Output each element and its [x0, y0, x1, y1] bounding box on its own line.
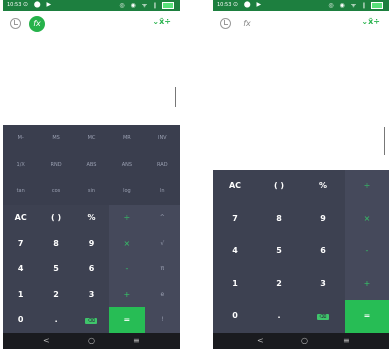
key-percent[interactable]: %: [301, 170, 345, 203]
keypad-basic: AC( )% ÷ 7 8 9 × 4 5 6- 1 2 3 +0. ⌫ =: [213, 170, 389, 333]
key-0[interactable]: 0: [3, 307, 38, 333]
key-divide[interactable]: ÷: [109, 205, 145, 231]
sci-key-tan[interactable]: tan: [3, 178, 38, 205]
key-multiply[interactable]: ×: [345, 202, 389, 236]
key-4[interactable]: 4: [213, 235, 257, 268]
status-time: 10:53: [7, 2, 22, 8]
sci-key-cos[interactable]: cos: [38, 178, 73, 205]
key-power[interactable]: ^: [144, 205, 180, 231]
sci-key-abs[interactable]: ABS: [74, 152, 109, 179]
status-notification-icons: ⊙ ⬤ ▶: [233, 1, 264, 8]
history-icon[interactable]: [220, 18, 231, 29]
history-icon[interactable]: [10, 18, 21, 29]
key-8[interactable]: 8: [38, 231, 73, 257]
sci-key-sin[interactable]: sin: [74, 178, 109, 205]
key-parens[interactable]: ( ): [257, 170, 301, 203]
phone-screen-scientific: 10:53 ⊙ ⬤ ▶ ◎ ◉ ᯤ ∥ fx ⌄x̄÷ M- MS MC MR INV 1…: [3, 0, 180, 349]
key-multiply[interactable]: ×: [109, 230, 145, 257]
battery-icon: [162, 2, 174, 9]
key-pi[interactable]: π: [144, 256, 180, 282]
key-equals[interactable]: =: [345, 300, 389, 333]
nav-bar: < ○ ≡: [213, 333, 389, 349]
back-button[interactable]: <: [43, 336, 50, 345]
key-2[interactable]: 2: [257, 268, 301, 301]
sci-key-mr[interactable]: MR: [109, 125, 144, 152]
sci-key-inv[interactable]: INV: [145, 125, 180, 152]
key-6[interactable]: 6: [301, 235, 345, 268]
key-8[interactable]: 8: [257, 203, 301, 236]
key-0[interactable]: 0: [213, 300, 257, 333]
sci-key-ln[interactable]: ln: [145, 178, 180, 205]
key-parens[interactable]: ( ): [38, 205, 73, 231]
sci-key-rnd[interactable]: RND: [38, 152, 73, 179]
key-2[interactable]: 2: [38, 282, 73, 308]
key-6[interactable]: 6: [74, 256, 109, 282]
key-sqrt[interactable]: √: [144, 230, 180, 257]
display-scrollbar[interactable]: [175, 87, 176, 107]
key-4[interactable]: 4: [3, 256, 38, 282]
calculator-display[interactable]: [3, 37, 180, 125]
battery-icon: [371, 2, 383, 9]
status-time: 10:53: [217, 2, 232, 8]
key-7[interactable]: 7: [213, 203, 257, 236]
status-system-icons: ◎ ◉ ᯤ ∥: [328, 1, 383, 9]
key-1[interactable]: 1: [3, 282, 38, 308]
backspace-icon: ⌫: [85, 318, 98, 325]
key-9[interactable]: 9: [301, 203, 345, 236]
key-9[interactable]: 9: [74, 231, 109, 257]
key-5[interactable]: 5: [257, 235, 301, 268]
sci-key-ms[interactable]: MS: [38, 125, 73, 152]
sci-key-log[interactable]: log: [109, 178, 144, 205]
status-system-icons: ◎ ◉ ᯤ ∥: [119, 1, 174, 9]
sci-key-m[interactable]: M-: [3, 125, 38, 152]
key-plus[interactable]: +: [345, 267, 389, 301]
keypad-scientific: AC( )% ÷ ^ 7 8 9 × √ 4 5 6- π 1 2 3 + e 0. ⌫ =!: [3, 205, 180, 333]
sci-key-1-x[interactable]: 1/X: [3, 152, 38, 179]
key-plus[interactable]: +: [109, 281, 145, 308]
key-minus[interactable]: -: [345, 235, 389, 268]
status-notification-icons: ⊙ ⬤ ▶: [23, 1, 54, 8]
status-bar: 10:53 ⊙ ⬤ ▶ ◎ ◉ ᯤ ∥: [3, 0, 180, 11]
formula-mode-icon[interactable]: fx: [239, 16, 255, 32]
scientific-keys-panel: M- MS MC MR INV 1/X RND ABS ANS RAD tan cos sin log ln: [3, 125, 180, 205]
sci-key-mc[interactable]: MC: [74, 125, 109, 152]
nav-bar: < ○ ≡: [3, 333, 180, 349]
key-decimal[interactable]: .: [257, 300, 301, 333]
calculator-toolbar: fx ⌄x̄÷: [213, 11, 389, 37]
key-divide[interactable]: ÷: [345, 170, 389, 203]
key-factorial[interactable]: !: [144, 307, 180, 333]
scientific-mode-toggle-icon[interactable]: ⌄x̄÷: [361, 17, 380, 26]
sci-key-rad[interactable]: RAD: [145, 152, 180, 179]
key-ac[interactable]: AC: [213, 170, 257, 203]
recents-button[interactable]: ≡: [343, 336, 350, 345]
calculator-display[interactable]: [213, 37, 389, 170]
key-1[interactable]: 1: [213, 268, 257, 301]
key-ac[interactable]: AC: [3, 205, 38, 231]
basic-mode-toggle-icon[interactable]: ⌄x̄÷: [152, 17, 171, 26]
home-button[interactable]: ○: [301, 336, 308, 345]
recents-button[interactable]: ≡: [133, 336, 140, 345]
calculator-toolbar: fx ⌄x̄÷: [3, 11, 180, 37]
formula-mode-icon[interactable]: fx: [29, 16, 45, 32]
key-minus[interactable]: -: [109, 256, 145, 282]
display-scrollbar[interactable]: [384, 127, 385, 155]
key-5[interactable]: 5: [38, 256, 73, 282]
key-equals[interactable]: =: [109, 307, 145, 333]
key-backspace[interactable]: ⌫: [74, 307, 109, 333]
key-backspace[interactable]: ⌫: [301, 300, 345, 333]
home-button[interactable]: ○: [88, 336, 95, 345]
back-button[interactable]: <: [257, 336, 264, 345]
sci-key-ans[interactable]: ANS: [109, 152, 144, 179]
backspace-icon: ⌫: [317, 314, 329, 321]
key-3[interactable]: 3: [301, 268, 345, 301]
key-3[interactable]: 3: [74, 282, 109, 308]
phone-screen-basic: 10:53 ⊙ ⬤ ▶ ◎ ◉ ᯤ ∥ fx ⌄x̄÷ AC( )% ÷ 7 8 9 × 4…: [213, 0, 389, 349]
key-percent[interactable]: %: [74, 205, 109, 231]
key-decimal[interactable]: .: [38, 307, 73, 333]
key-e[interactable]: e: [144, 281, 180, 308]
status-bar: 10:53 ⊙ ⬤ ▶ ◎ ◉ ᯤ ∥: [213, 0, 389, 11]
key-7[interactable]: 7: [3, 231, 38, 257]
